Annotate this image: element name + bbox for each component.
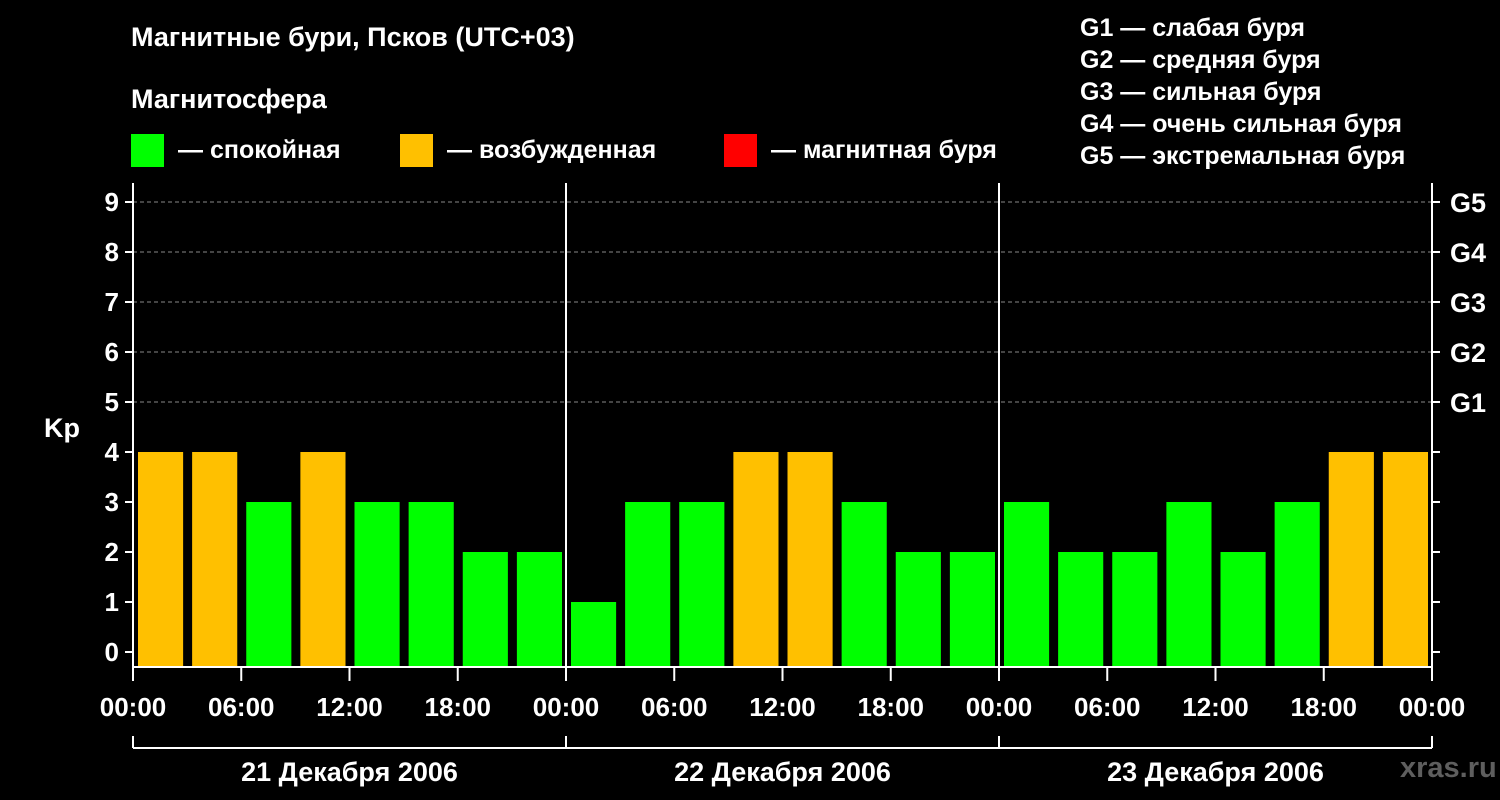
y-tick-label: 0	[105, 637, 119, 667]
kp-bar	[841, 502, 887, 667]
x-tick-label: 00:00	[100, 692, 167, 722]
y-tick-label: 2	[105, 537, 119, 567]
g-tick-label: G1	[1450, 388, 1486, 418]
y-tick-label: 5	[105, 387, 119, 417]
kp-bar	[354, 502, 400, 667]
x-tick-label: 00:00	[1399, 692, 1466, 722]
kp-bar	[1220, 552, 1266, 667]
x-tick-label: 18:00	[858, 692, 925, 722]
kp-bar	[1382, 452, 1428, 667]
x-tick-label: 06:00	[208, 692, 275, 722]
kp-bar	[733, 452, 779, 667]
kp-bar	[408, 502, 454, 667]
kp-bar	[138, 452, 184, 667]
kp-bar	[949, 552, 995, 667]
x-tick-label: 18:00	[425, 692, 492, 722]
kp-bar	[246, 502, 292, 667]
x-tick-label: 06:00	[641, 692, 708, 722]
kp-bar	[300, 452, 346, 667]
kp-bar	[895, 552, 941, 667]
kp-bar	[1274, 502, 1320, 667]
y-tick-label: 3	[105, 487, 119, 517]
day-label: 23 Декабря 2006	[1107, 757, 1324, 787]
kp-bar	[625, 502, 671, 667]
kp-bar	[1328, 452, 1374, 667]
x-tick-label: 00:00	[966, 692, 1033, 722]
kp-bar	[787, 452, 833, 667]
kp-chart: 0 1 2 3 4 5 6 7 8 9 G1 G2 G3 G4 G5 Kp 00:00 06:00 12:00 18:…	[44, 183, 1486, 787]
x-tick-label: 00:00	[533, 692, 600, 722]
kp-bar	[462, 552, 508, 667]
g-tick-label: G5	[1450, 188, 1486, 218]
kp-bar	[571, 602, 617, 667]
g-tick-label: G2	[1450, 338, 1486, 368]
y-tick-label: 1	[105, 587, 119, 617]
y-tick-label: 9	[105, 187, 119, 217]
kp-bar	[1058, 552, 1104, 667]
day-label: 21 Декабря 2006	[241, 757, 458, 787]
kp-bar	[679, 502, 725, 667]
kp-bar	[516, 552, 562, 667]
kp-bar	[1004, 502, 1050, 667]
g-tick-label: G4	[1450, 238, 1486, 268]
x-tick-label: 12:00	[1182, 692, 1249, 722]
y-tick-label: 7	[105, 287, 119, 317]
y-tick-label: 8	[105, 237, 119, 267]
x-tick-label: 12:00	[316, 692, 383, 722]
y-tick-label: 4	[105, 437, 120, 467]
kp-bar	[192, 452, 238, 667]
kp-bar	[1112, 552, 1158, 667]
y-axis-label: Kp	[44, 413, 80, 443]
watermark: xras.ru	[1400, 752, 1497, 784]
x-tick-label: 12:00	[749, 692, 816, 722]
day-label: 22 Декабря 2006	[674, 757, 891, 787]
y-tick-label: 6	[105, 337, 119, 367]
x-tick-label: 06:00	[1074, 692, 1141, 722]
g-tick-label: G3	[1450, 288, 1486, 318]
kp-bar	[1166, 502, 1212, 667]
x-tick-label: 18:00	[1291, 692, 1358, 722]
